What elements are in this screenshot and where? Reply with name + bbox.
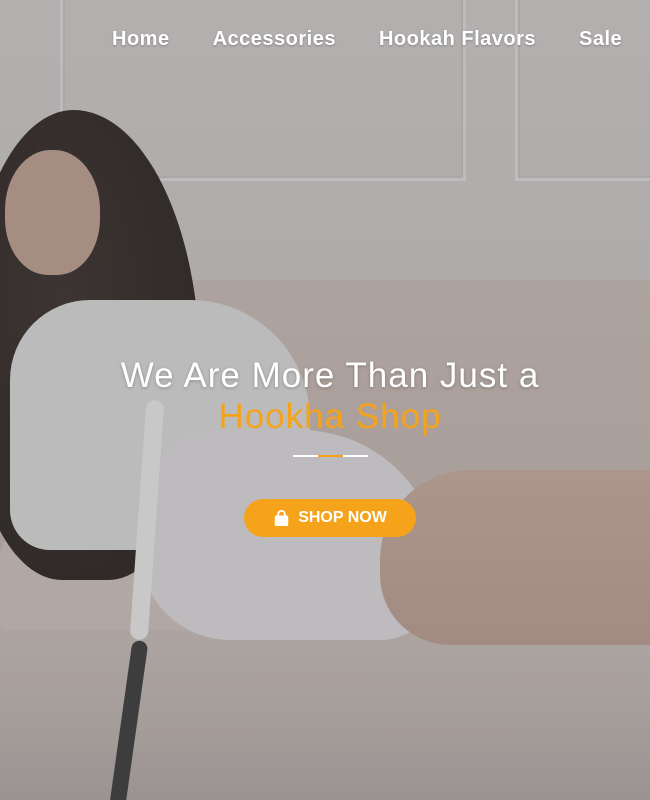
divider-segment [343,455,368,457]
nav-item-home[interactable]: Home [112,28,170,51]
nav-item-hookah-flavors[interactable]: Hookah Flavors [379,28,536,51]
shop-now-button[interactable]: SHOP NOW [244,499,416,537]
hero-section: Home Accessories Hookah Flavors Sale We … [0,0,650,800]
hero-headline: We Are More Than Just a [120,356,540,395]
nav-item-accessories[interactable]: Accessories [213,28,336,51]
hero-divider [293,455,368,457]
divider-segment-accent [318,455,343,457]
divider-segment [293,455,318,457]
hero-headline-accent: Hookha Shop [218,397,442,436]
shopping-bag-icon [273,509,290,527]
nav-item-sale[interactable]: Sale [579,28,622,51]
main-navigation: Home Accessories Hookah Flavors Sale [112,28,650,51]
shop-now-label: SHOP NOW [298,509,387,526]
